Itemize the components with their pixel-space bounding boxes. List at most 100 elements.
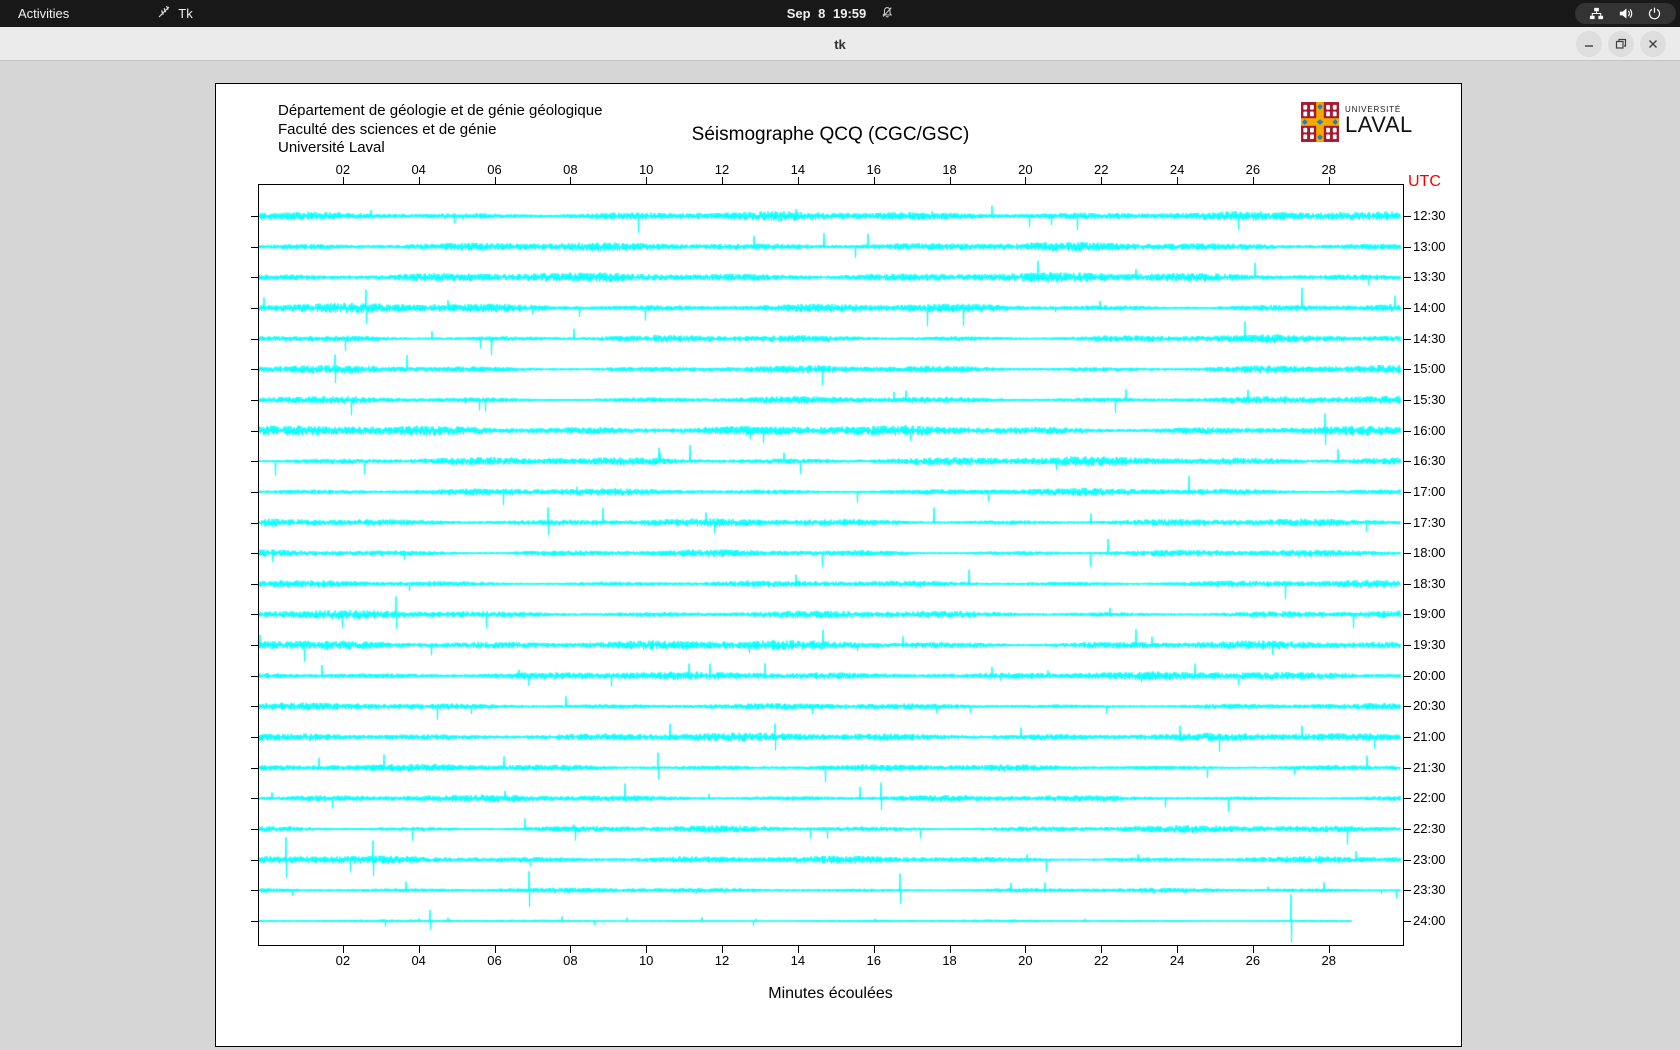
x-tick-label-top: 04 [411,162,426,177]
time-tick-mark-right [1404,307,1411,309]
window-title: tk [834,36,846,52]
time-tick-mark-left [251,461,258,463]
x-tick-label-top: 02 [335,162,351,177]
x-tick-mark-bottom [949,946,951,953]
time-label: 22:00 [1413,790,1446,806]
time-label: 15:00 [1413,361,1446,377]
x-tick-mark-top [570,177,572,184]
x-tick-mark-top [1025,177,1027,184]
x-tick-label-bottom: 06 [487,953,502,968]
x-tick-label-top: 24 [1169,162,1185,177]
x-tick-mark-top [494,177,496,184]
activities-label: Activities [18,6,70,21]
x-tick-mark-bottom [646,946,648,953]
laval-crest-icon [1301,102,1339,147]
network-icon [1589,6,1604,21]
time-tick-mark-left [251,890,258,892]
time-label: 18:30 [1413,575,1446,591]
x-tick-label-top: 14 [790,162,806,177]
x-tick-label-bottom: 16 [866,953,881,968]
x-tick-label-top: 16 [866,162,881,177]
time-tick-mark-right [1404,246,1411,248]
time-label: 15:30 [1413,391,1446,407]
time-tick-mark-left [251,246,258,248]
x-tick-label-bottom: 10 [638,953,654,968]
time-label: 19:00 [1413,606,1446,622]
x-tick-mark-bottom [873,946,875,953]
x-tick-mark-top [418,177,420,184]
quick-settings-button[interactable] [1575,3,1676,24]
time-tick-mark-right [1404,491,1411,493]
time-tick-mark-right [1404,553,1411,555]
x-tick-mark-top [342,177,344,184]
logo-laval-label: LAVAL [1345,112,1413,137]
time-label: 14:00 [1413,299,1446,315]
clock-label: Sep 8 19:59 [786,6,867,21]
x-tick-mark-bottom [1025,946,1027,953]
time-label: 18:00 [1413,545,1446,561]
gnome-top-bar: Activities Tk Sep 8 19:59 [0,0,1680,27]
x-tick-label-bottom: 02 [335,953,351,968]
x-tick-mark-top [1177,177,1179,184]
time-label: 17:30 [1413,514,1446,530]
app-menu-label: Tk [178,6,193,21]
x-tick-mark-bottom [1328,946,1330,953]
x-tick-mark-bottom [1252,946,1254,953]
time-tick-mark-right [1404,277,1411,279]
time-tick-mark-right [1404,461,1411,463]
time-tick-mark-right [1404,645,1411,647]
x-tick-label-top: 20 [1018,162,1033,177]
x-tick-mark-bottom [1101,946,1103,953]
minimize-button[interactable] [1576,31,1602,57]
time-tick-mark-right [1404,767,1411,769]
x-tick-mark-bottom [797,946,799,953]
org-line-1: Département de géologie et de génie géol… [278,102,603,119]
time-tick-mark-left [251,706,258,708]
x-tick-mark-bottom [342,946,344,953]
time-label: 14:30 [1413,330,1446,346]
power-icon [1647,6,1662,21]
volume-icon [1618,6,1633,21]
time-tick-mark-left [251,798,258,800]
time-tick-mark-left [251,583,258,585]
restore-button[interactable] [1608,31,1634,57]
x-tick-label-bottom: 14 [790,953,806,968]
time-tick-mark-left [251,553,258,555]
plot-title: Séismographe QCQ (CGC/GSC) [691,124,970,145]
time-tick-mark-right [1404,737,1411,739]
time-tick-mark-left [251,829,258,830]
time-tick-mark-right [1404,829,1411,830]
x-tick-label-bottom: 24 [1169,953,1185,968]
time-tick-mark-right [1404,522,1411,524]
time-label: 22:30 [1413,821,1446,836]
x-tick-label-top: 22 [1094,162,1109,177]
x-tick-mark-top [646,177,648,184]
time-label: 20:00 [1413,667,1446,683]
time-tick-mark-right [1404,675,1411,677]
time-label: 19:30 [1413,637,1446,653]
time-tick-mark-left [251,675,258,677]
time-tick-mark-right [1404,706,1411,708]
x-tick-label-top: 10 [638,162,654,177]
time-tick-mark-left [251,737,258,739]
x-tick-mark-top [1252,177,1254,184]
time-label: 21:30 [1413,759,1446,775]
time-tick-mark-left [251,522,258,524]
time-label: 12:30 [1413,208,1446,223]
time-tick-mark-left [251,920,258,922]
laval-logo: UNIVERSITÉ LAVAL [1301,102,1413,147]
app-menu-button[interactable]: Tk [147,0,202,27]
time-label: 21:00 [1413,729,1446,745]
seismogram-traces-canvas [259,185,1403,945]
activities-button[interactable]: Activities [0,0,87,27]
x-axis-title: Minutes écoulées [768,985,893,1002]
time-tick-mark-left [251,216,258,217]
time-tick-mark-left [251,645,258,647]
notifications-muted-bell-icon [880,6,893,22]
time-label: 24:00 [1413,912,1446,928]
clock-button[interactable]: Sep 8 19:59 [787,0,894,27]
close-button[interactable] [1640,31,1666,57]
time-tick-mark-right [1404,614,1411,616]
time-label: 16:30 [1413,453,1446,469]
time-tick-mark-right [1404,798,1411,800]
